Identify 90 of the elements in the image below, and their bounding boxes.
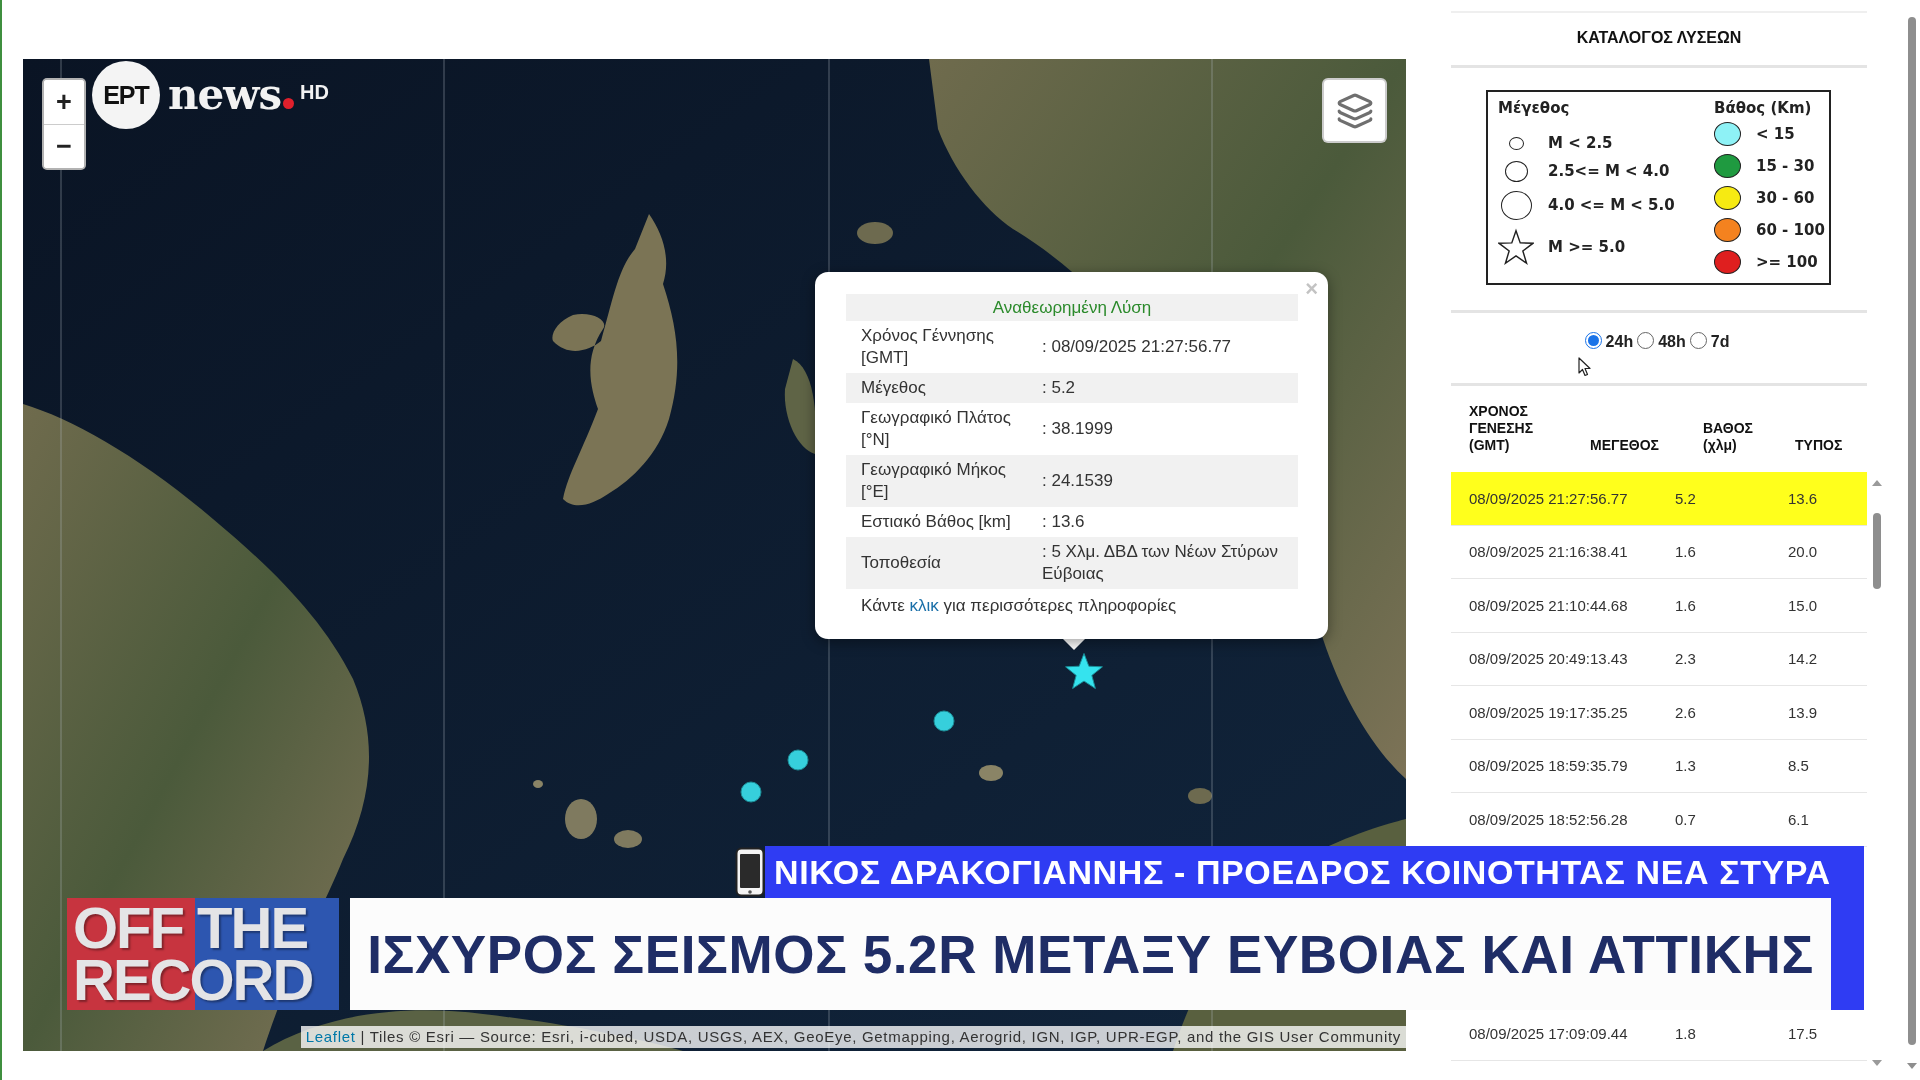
table-cell-text: 1.6: [1675, 543, 1697, 561]
table-cell-text: 14.2: [1788, 650, 1819, 668]
legend-title: Βάθος (Km): [1714, 98, 1813, 118]
legend-label: 30 - 60: [1756, 189, 1815, 207]
table-cell-text: 08/09/2025 18:52:56.28: [1469, 810, 1629, 828]
click-link[interactable]: κλικ: [909, 596, 939, 615]
legend-label: 15 - 30: [1756, 157, 1815, 175]
headline-text: ΙΣΧΥΡΟΣ ΣΕΙΣΜΟΣ 5.2R ΜΕΤΑΞΥ ΕΥΒΟΙΑΣ ΚΑΙ ΑΤΤΙΚΗΣ: [367, 923, 1814, 985]
table-cell-text: 08/09/2025 18:59:35.79: [1469, 757, 1629, 775]
field-value: : 13.6: [1041, 507, 1298, 537]
table-cell-text: 5.2: [1675, 489, 1697, 507]
table-cell-text: 20.0: [1788, 543, 1819, 561]
table-cell-text: 08/09/2025 20:49:13.43: [1469, 650, 1629, 668]
table-cell-text: 08/09/2025 21:27:56.77: [1469, 489, 1629, 507]
table-cell-text: 0.7: [1675, 810, 1697, 828]
show-logo-text: OFF THE: [73, 902, 308, 954]
circle-marker-icon[interactable]: [787, 749, 809, 771]
table-cell-text: 13.6: [1788, 489, 1819, 507]
layers-button[interactable]: [1322, 78, 1387, 143]
table-cell-text: 2.3: [1675, 650, 1697, 668]
field-label: Χρόνος Γέννησης [GMT]: [846, 321, 1041, 373]
layers-icon: [1335, 91, 1374, 130]
down-arrow-icon[interactable]: [1872, 1060, 1882, 1066]
map-attribution: Leaflet | Tiles © Esri — Source: Esri, i-cubed, USDA, USGS, AEX, GeoEye, Getmapping, Aerogrid, IGN, IGP, UPR-EGP, and the GIS User Community: [300, 1026, 1406, 1048]
field-label: Γεωγραφικό Μήκος [°E]: [846, 455, 1041, 507]
table-cell-text: 15.0: [1788, 596, 1819, 614]
hd-label: HD: [300, 80, 329, 104]
island: [565, 799, 597, 839]
caption-bar: ΝΙΚΟΣ ΔΡΑΚΟΓΙΑΝΝΗΣ - ΠΡΟΕΔΡΟΣ ΚΟΙΝΟΤΗΤΑΣ ΝΕΑ ΣΤΥΡΑ: [765, 846, 1864, 898]
legend-title: Μέγεθος: [1498, 98, 1571, 118]
legend-label: M >= 5.0: [1548, 238, 1626, 256]
field-label: Εστιακό Βάθος [km]: [846, 507, 1041, 537]
field-value: : 38.1999: [1041, 403, 1298, 455]
table-cell-text: 08/09/2025 21:10:44.68: [1469, 596, 1629, 614]
zoom-out-button[interactable]: −: [44, 124, 84, 168]
island: [614, 830, 642, 848]
mouse-pointer-icon: [1578, 357, 1591, 377]
island: [979, 765, 1003, 781]
up-arrow-icon[interactable]: [1872, 480, 1882, 486]
table-cell-text: 6.1: [1788, 810, 1810, 828]
legend-label: 4.0 <= M < 5.0: [1548, 196, 1675, 214]
column-header: ΤΥΠΟΣ: [1795, 437, 1844, 454]
radio-button[interactable]: [1689, 331, 1707, 349]
legend-label: < 15: [1756, 125, 1795, 143]
panel-title: ΚΑΤΑΛΟΓΟΣ ΛΥΣΕΩΝ: [1575, 28, 1743, 48]
table-row[interactable]: 08/09/2025 21:27:56.77 5.2 13.6: [1451, 472, 1867, 526]
field-value: : 5.2: [1041, 373, 1298, 403]
down-arrow-icon[interactable]: [1907, 1063, 1917, 1069]
leaflet-link[interactable]: Leaflet: [305, 1028, 356, 1045]
field-value: : 5 Χλμ. ΔΒΔ των Νέων Στύρων Εύβοιας: [1041, 537, 1298, 589]
circle-marker-icon[interactable]: [933, 710, 955, 732]
table-cell-text: 1.6: [1675, 596, 1697, 614]
island: [1188, 788, 1212, 804]
field-value: : 24.1539: [1041, 455, 1298, 507]
popup-title: Αναθεωρημένη Λύση: [846, 294, 1298, 321]
table-cell-text: 1.8: [1675, 1024, 1697, 1042]
field-value: : 08/09/2025 21:27:56.77: [1041, 321, 1298, 373]
legend-label: 2.5<= M < 4.0: [1548, 162, 1670, 180]
circle-marker-icon[interactable]: [740, 781, 762, 803]
island: [857, 222, 893, 244]
field-label: Τοποθεσία: [846, 537, 1041, 589]
table-cell-text: 08/09/2025 21:16:38.41: [1469, 543, 1629, 561]
legend-label: M < 2.5: [1548, 134, 1613, 152]
table-cell-text: 17.5: [1788, 1024, 1819, 1042]
star-marker-icon[interactable]: [1065, 653, 1103, 689]
radio-button[interactable]: [1637, 331, 1655, 349]
table-cell-text: 08/09/2025 19:17:35.25: [1469, 703, 1629, 721]
radio-button[interactable]: [1584, 331, 1602, 349]
scrollbar-thumb[interactable]: [1908, 17, 1916, 1045]
column-header: ΒΑΘΟΣ (χλμ): [1703, 420, 1755, 454]
more-info-text: Κάντε κλικ για περισσότερες πληροφορίες: [861, 595, 1178, 617]
legend-label: 60 - 100: [1756, 221, 1825, 239]
table-cell-text: 08/09/2025 17:09:09.44: [1469, 1024, 1629, 1042]
column-header: ΜΕΓΕΘΟΣ: [1590, 437, 1660, 454]
scrollbar-thumb[interactable]: [1873, 513, 1881, 589]
island: [533, 780, 543, 788]
column-header: ΧΡΟΝΟΣ ΓΕΝΕΣΗΣ (GMT): [1469, 403, 1535, 454]
field-label: Γεωγραφικό Πλάτος [°N]: [846, 403, 1041, 455]
star-outline-icon: [1498, 228, 1534, 266]
table-cell-text: 13.9: [1788, 703, 1819, 721]
table-cell-text: 1.3: [1675, 757, 1697, 775]
radio-label[interactable]: 24h: [1605, 332, 1634, 351]
dot-icon: [283, 97, 295, 109]
table-cell-text: 8.5: [1788, 757, 1810, 775]
table-cell-text: 2.6: [1675, 703, 1697, 721]
channel-logo-text: news: [168, 71, 282, 119]
radio-label[interactable]: 7d: [1710, 332, 1730, 351]
radio-label[interactable]: 48h: [1658, 332, 1686, 351]
legend-label: >= 100: [1756, 253, 1818, 271]
field-label: Μέγεθος: [846, 373, 1041, 403]
